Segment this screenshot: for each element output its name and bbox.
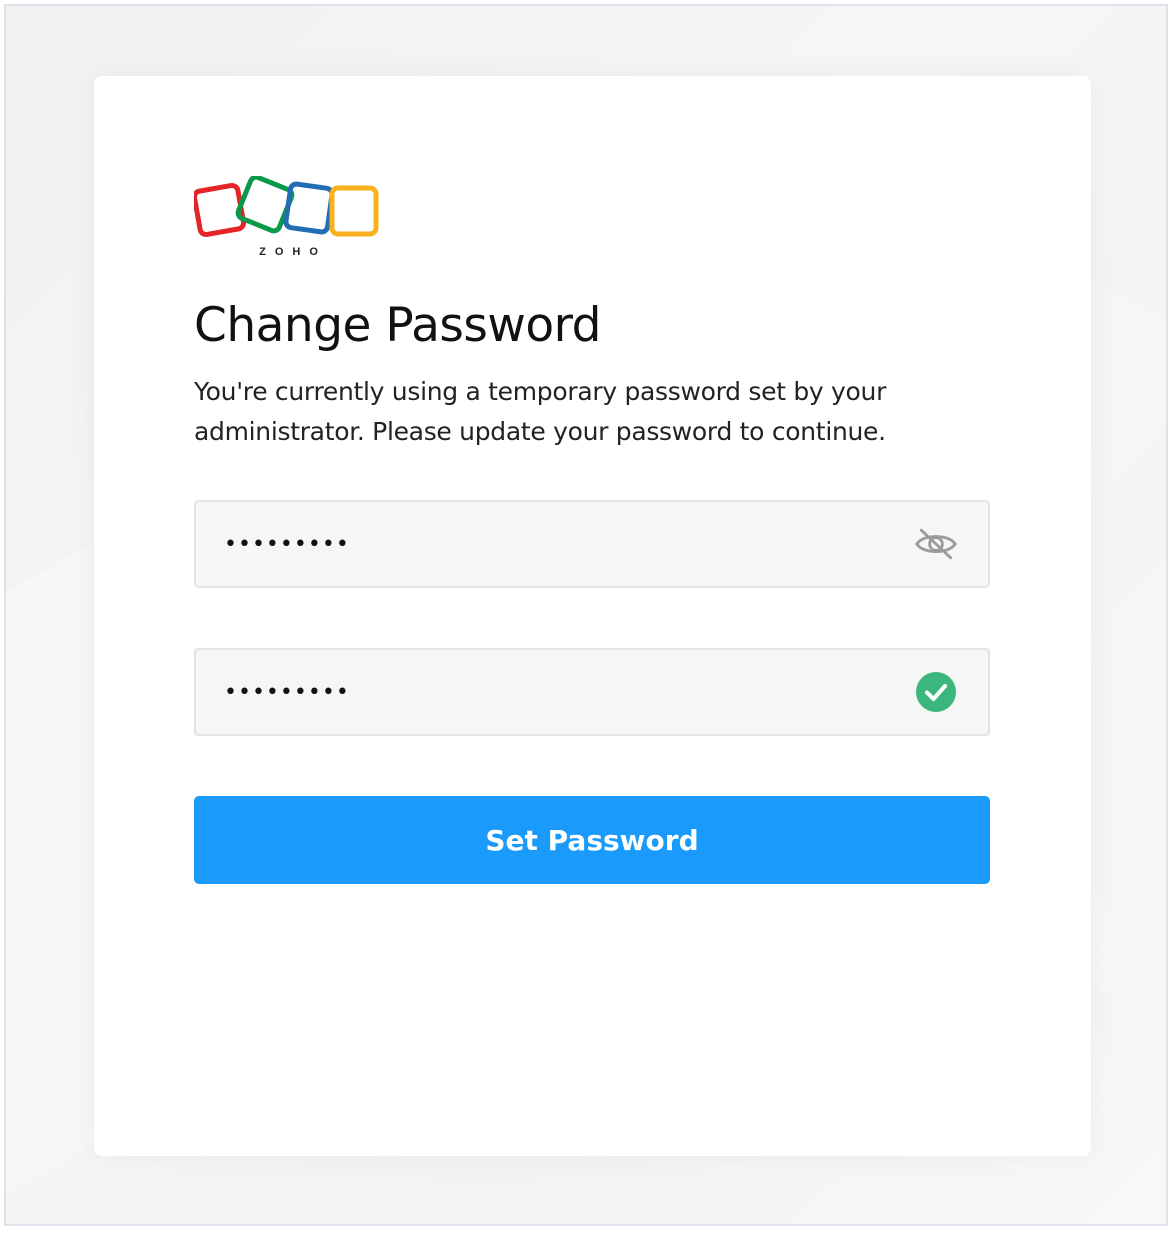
check-circle-icon xyxy=(914,672,958,712)
new-password-field[interactable] xyxy=(194,500,990,588)
confirm-password-input[interactable] xyxy=(224,650,884,734)
page-description: You're currently using a temporary passw… xyxy=(194,377,887,446)
change-password-card: ZOHO Change Password You're currently us… xyxy=(94,76,1091,1156)
zoho-logo: ZOHO xyxy=(191,174,384,261)
zoho-wordmark: ZOHO xyxy=(259,246,327,258)
new-password-input[interactable] xyxy=(224,502,884,586)
confirm-password-field[interactable] xyxy=(194,648,990,736)
zoho-logo-icon xyxy=(191,174,379,238)
set-password-button[interactable]: Set Password xyxy=(194,796,990,884)
page-title: Change Password xyxy=(194,298,601,353)
page-frame: ZOHO Change Password You're currently us… xyxy=(4,4,1168,1226)
eye-slash-icon[interactable] xyxy=(914,524,958,564)
